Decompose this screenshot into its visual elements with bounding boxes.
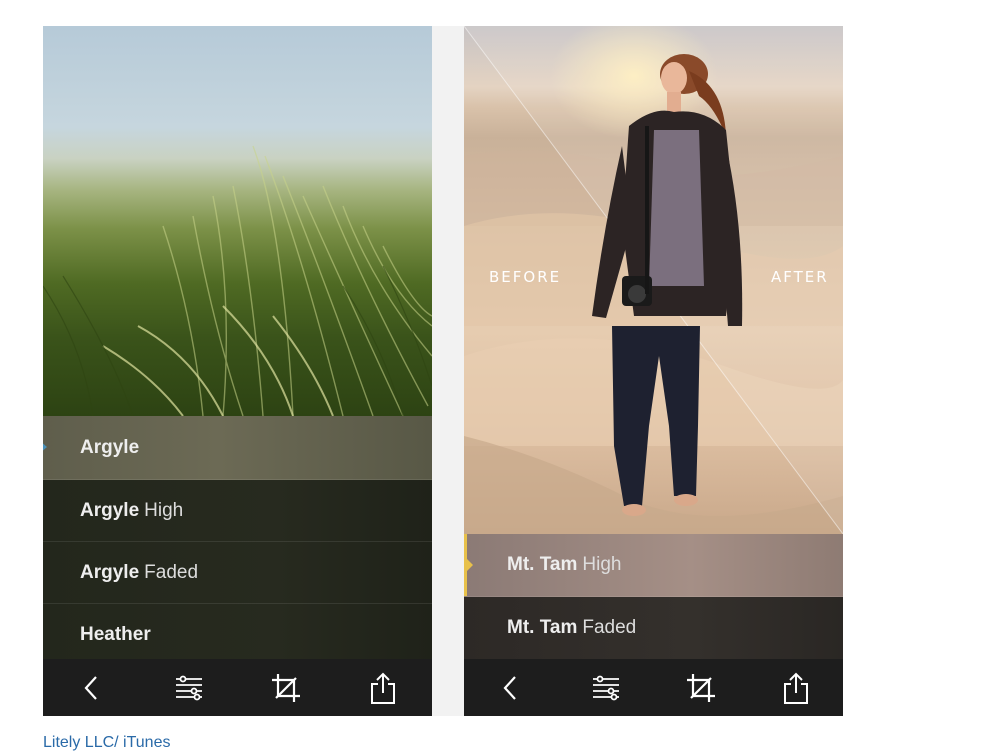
adjust-sliders-icon[interactable] (169, 668, 209, 708)
filter-name: Argyle (80, 499, 140, 521)
filter-item-argyle[interactable]: Argyle (43, 416, 432, 480)
crop-icon[interactable] (681, 668, 721, 708)
back-icon[interactable] (491, 668, 531, 708)
screenshot-gap (432, 26, 464, 716)
filter-variant: High (582, 554, 622, 575)
left-app-screenshot: Argyle Argyle High Argyle Faded Heather (43, 26, 432, 716)
filter-variant: Faded (144, 561, 199, 583)
filter-name: Heather (80, 623, 151, 645)
editor-toolbar (464, 659, 843, 716)
filter-name: Argyle (80, 561, 140, 583)
filter-name: Argyle (80, 436, 140, 458)
back-icon[interactable] (72, 668, 112, 708)
right-app-screenshot: BEFORE AFTER Mt. Tam High Mt. Tam Faded (464, 26, 843, 716)
filter-variant: Faded (582, 617, 637, 638)
filter-item-argyle-faded[interactable]: Argyle Faded (43, 542, 432, 604)
grass-photo (43, 26, 432, 416)
editor-toolbar (43, 659, 432, 716)
image-credit-link[interactable]: Litely LLC/ iTunes (43, 734, 170, 752)
filter-item-heather[interactable]: Heather (43, 604, 432, 666)
selected-indicator (43, 440, 47, 454)
before-label: BEFORE (489, 268, 562, 286)
after-label: AFTER (771, 268, 829, 286)
selected-indicator (464, 534, 473, 596)
filter-list: Mt. Tam High Mt. Tam Faded (464, 534, 843, 660)
crop-icon[interactable] (266, 668, 306, 708)
filter-item-argyle-high[interactable]: Argyle High (43, 480, 432, 542)
desert-photo: BEFORE AFTER (464, 26, 843, 534)
filter-name: Mt. Tam (507, 554, 578, 575)
share-icon[interactable] (776, 668, 816, 708)
filter-variant: High (144, 499, 184, 521)
filter-item-mt-tam-high[interactable]: Mt. Tam High (464, 534, 843, 597)
share-icon[interactable] (363, 668, 403, 708)
filter-list: Argyle Argyle High Argyle Faded Heather (43, 416, 432, 666)
adjust-sliders-icon[interactable] (586, 668, 626, 708)
filter-item-mt-tam-faded[interactable]: Mt. Tam Faded (464, 597, 843, 660)
filter-name: Mt. Tam (507, 617, 578, 638)
